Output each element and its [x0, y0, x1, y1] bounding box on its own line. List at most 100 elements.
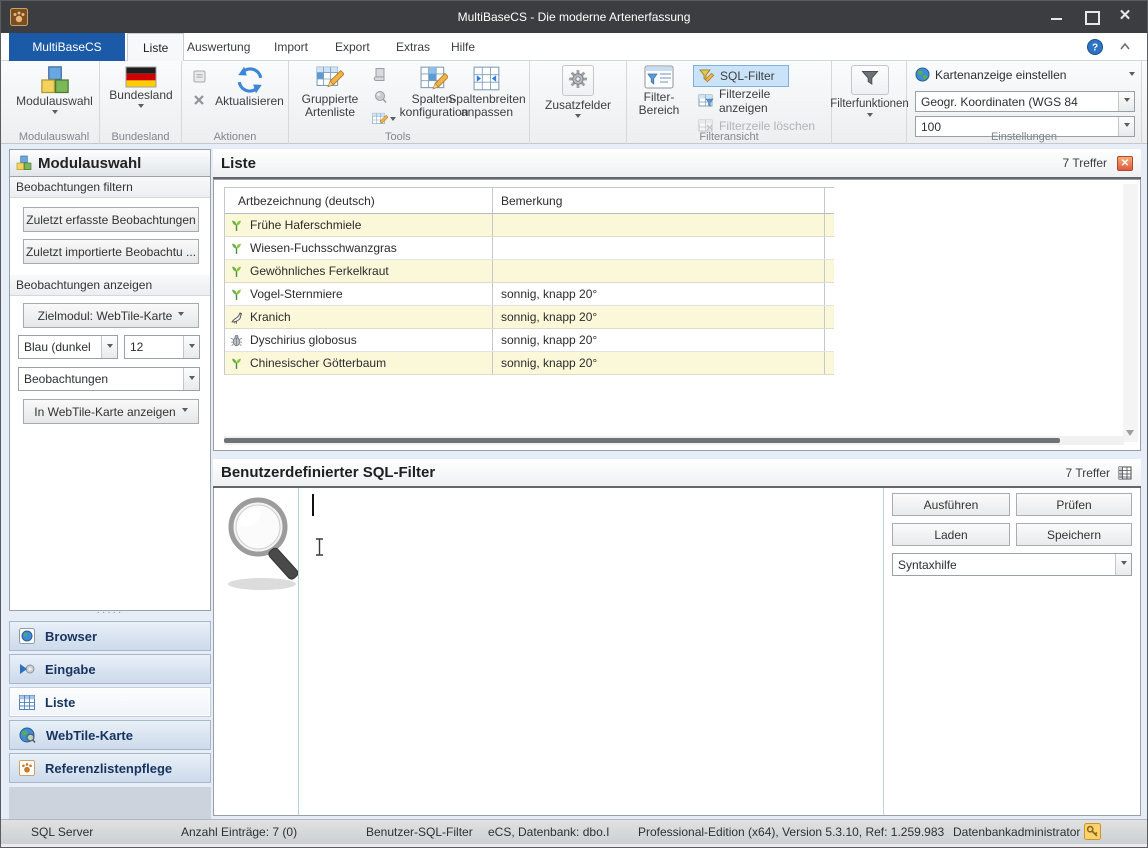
combo-dropdown-button[interactable] — [183, 368, 199, 390]
sidebar-bottom-fill — [9, 787, 211, 819]
tab-auswertung[interactable]: Auswertung — [172, 33, 265, 61]
table-pencil-small-icon — [372, 112, 388, 128]
horizontal-scrollbar[interactable] — [224, 436, 1124, 445]
laden-button[interactable]: Laden — [892, 523, 1010, 546]
close-button[interactable]: ✕ — [1117, 9, 1133, 23]
bundesland-button[interactable]: Bundesland — [100, 65, 182, 111]
tab-export[interactable]: Export — [320, 33, 385, 61]
ausfuehren-button[interactable]: Ausführen — [892, 493, 1010, 516]
german-flag-icon — [125, 65, 157, 89]
close-panel-icon[interactable]: ✕ — [1117, 156, 1133, 171]
horizontal-scrollbar-thumb[interactable] — [224, 438, 1060, 443]
cancel-button[interactable] — [188, 90, 210, 110]
report-button[interactable] — [369, 64, 391, 84]
table-row[interactable]: Kranich sonnig, knapp 20° — [225, 306, 834, 329]
liste-panel-header: Liste 7 Treffer ✕ — [213, 149, 1141, 179]
input-arrow-icon — [19, 662, 35, 676]
pin-button[interactable] — [369, 87, 391, 107]
sidebar-splitter[interactable]: ····· — [9, 609, 211, 619]
book-icon — [373, 67, 387, 82]
speichern-button[interactable]: Speichern — [1016, 523, 1132, 546]
koordinaten-combobox[interactable]: Geogr. Koordinaten (WGS 84 — [915, 91, 1135, 112]
column-header-artbezeichnung[interactable]: Artbezeichnung (deutsch) — [225, 188, 493, 213]
species-name: Gewöhnliches Ferkelkraut — [250, 264, 389, 278]
scroll-down-arrow-icon[interactable] — [1126, 430, 1134, 440]
sidebar-item-browser[interactable]: Browser — [9, 621, 211, 651]
tab-import[interactable]: Import — [259, 33, 323, 61]
groesse-combobox[interactable]: 12 — [124, 335, 200, 359]
combo-dropdown-button[interactable] — [101, 336, 117, 358]
species-name: Chinesischer Götterbaum — [250, 356, 386, 370]
table-row[interactable]: Vogel-Sternmiere sonnig, knapp 20° — [225, 283, 834, 306]
paste-button[interactable] — [188, 66, 210, 86]
sidebar-item-eingabe[interactable]: Eingabe — [9, 654, 211, 684]
sidebar-item-label: Eingabe — [45, 662, 96, 677]
anzeigen-dropdown[interactable]: In WebTile-Karte anzeigen — [23, 399, 199, 424]
ribbon-group-filteransicht: Filter-Bereich SQL-Filter Filterzeile an… — [627, 61, 832, 144]
column-header-bemerkung[interactable]: Bemerkung — [493, 188, 825, 213]
syntaxhilfe-combobox[interactable]: Syntaxhilfe — [892, 553, 1132, 576]
modulauswahl-button[interactable]: Modulauswahl — [9, 65, 100, 117]
chevron-down-icon — [1129, 72, 1135, 79]
liste-panel-body: Artbezeichnung (deutsch) Bemerkung Frühe… — [213, 179, 1141, 451]
key-icon[interactable] — [1084, 823, 1101, 840]
filterzeile-anzeigen-button[interactable]: Filterzeile anzeigen — [693, 90, 827, 112]
sidebar-item-referenzlistenpflege[interactable]: Referenzlistenpflege — [9, 753, 211, 783]
pruefen-button[interactable]: Prüfen — [1016, 493, 1132, 516]
vertical-scrollbar[interactable] — [1123, 184, 1138, 442]
sql-treffer-count: 7 Treffer — [1066, 466, 1110, 480]
window-title: MultiBaseCS - Die moderne Artenerfassung — [1, 10, 1147, 24]
groesse-value: 12 — [125, 340, 183, 354]
zielmodul-dropdown[interactable]: Zielmodul: WebTile-Karte — [23, 303, 199, 328]
result-grid-icon[interactable] — [1118, 466, 1132, 480]
sql-editor-area[interactable] — [214, 488, 884, 816]
zusatzfelder-button[interactable]: Zusatzfelder — [538, 65, 618, 121]
spaltenbreiten-button[interactable]: Spaltenbreiten anpassen — [445, 65, 529, 119]
table-edit-dropdown-button[interactable] — [369, 110, 399, 130]
combo-dropdown-button[interactable] — [183, 336, 199, 358]
table-row[interactable]: Chinesischer Götterbaum sonnig, knapp 20… — [225, 352, 834, 375]
farbe-combobox[interactable]: Blau (dunkel — [18, 335, 118, 359]
filterfunktionen-button[interactable]: Filterfunktionen — [832, 65, 907, 120]
typ-combobox[interactable]: Beobachtungen — [18, 367, 200, 391]
species-bemerkung: sonnig, knapp 20° — [501, 333, 597, 347]
collapse-ribbon-icon[interactable] — [1119, 42, 1131, 51]
ribbon-group-aktionen: Aktualisieren Aktionen — [182, 61, 289, 144]
minimize-button[interactable] — [1049, 9, 1065, 23]
plant-icon — [230, 357, 243, 370]
sidebar-item-webtile-karte[interactable]: WebTile-Karte — [9, 720, 211, 750]
table-row[interactable]: Gewöhnliches Ferkelkraut — [225, 260, 834, 283]
filterbereich-button[interactable]: Filter-Bereich — [631, 65, 687, 117]
table-row[interactable]: Frühe Haferschmiele — [225, 214, 834, 237]
combo-dropdown-button[interactable] — [1115, 554, 1131, 575]
section-beobachtungen-filtern: Beobachtungen filtern — [10, 177, 210, 198]
filterbereich-label: Filter-Bereich — [631, 91, 687, 117]
species-name: Frühe Haferschmiele — [250, 218, 361, 232]
status-entry-count: Anzahl Einträge: 7 (0) — [181, 825, 297, 839]
refresh-icon — [235, 65, 265, 95]
column-width-icon — [473, 65, 501, 93]
tab-hilfe[interactable]: Hilfe — [436, 33, 490, 61]
table-header-row: Artbezeichnung (deutsch) Bemerkung — [225, 188, 834, 214]
list-table-icon — [19, 695, 35, 710]
tab-multibasecs[interactable]: MultiBaseCS — [9, 33, 125, 61]
restore-button[interactable] — [1083, 9, 1099, 23]
chevron-down-icon — [1121, 561, 1127, 568]
sidebar-item-liste[interactable]: Liste — [9, 687, 211, 717]
zuletzt-erfasste-button[interactable]: Zuletzt erfasste Beobachtungen — [23, 207, 199, 232]
sql-filter-toggle[interactable]: SQL-Filter — [693, 65, 789, 87]
table-row[interactable]: Dyschirius globosus sonnig, knapp 20° — [225, 329, 834, 352]
zuletzt-importierte-button[interactable]: Zuletzt importierte Beobachtu ... — [23, 239, 199, 264]
gruppierte-artenliste-button[interactable]: Gruppierte Artenliste — [293, 65, 367, 119]
table-row[interactable]: Wiesen-Fuchsschwanzgras — [225, 237, 834, 260]
chevron-down-icon — [1124, 123, 1130, 130]
section-beobachtungen-anzeigen: Beobachtungen anzeigen — [10, 275, 210, 296]
kartenanzeige-dropdown[interactable]: Kartenanzeige einstellen — [915, 67, 1135, 82]
help-icon[interactable]: ? — [1087, 39, 1103, 55]
status-database: eCS, Datenbank: dbo.I — [488, 825, 609, 839]
zielmodul-value: Zielmodul: WebTile-Karte — [38, 309, 173, 323]
aktualisieren-button[interactable]: Aktualisieren — [210, 65, 289, 108]
combo-dropdown-button[interactable] — [1118, 92, 1134, 111]
species-bemerkung: sonnig, knapp 20° — [501, 310, 597, 324]
modules-cubes-icon — [40, 65, 70, 95]
